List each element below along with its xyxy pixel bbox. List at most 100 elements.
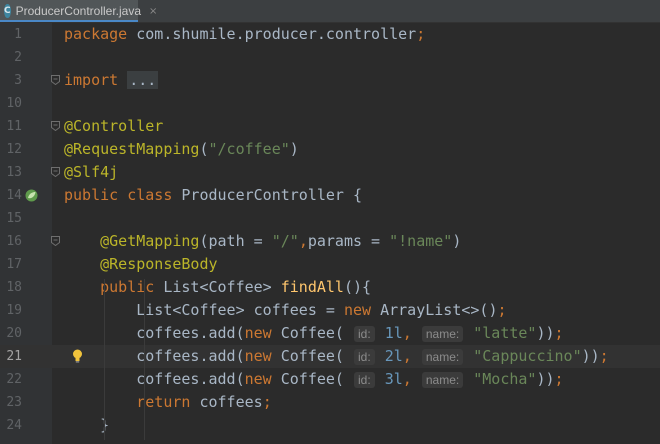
line-number: 18 bbox=[6, 280, 22, 295]
code-token: , bbox=[298, 232, 308, 250]
code-token: 1l bbox=[375, 324, 403, 342]
tab-producer-controller[interactable]: C ProducerController.java × bbox=[0, 0, 157, 22]
code-token: @GetMapping bbox=[100, 232, 200, 250]
code-token: coffees bbox=[199, 393, 263, 411]
code-token: package bbox=[64, 25, 128, 43]
code-token: ( bbox=[199, 140, 209, 158]
code-token: @ResponseBody bbox=[100, 255, 218, 273]
line-number: 14 bbox=[6, 188, 22, 203]
code-token: , bbox=[402, 324, 421, 342]
parameter-hint: name: bbox=[421, 349, 464, 365]
code-line[interactable]: 22 coffees.add(new Coffee( id: 3l, name:… bbox=[0, 368, 660, 391]
code-token: ArrayList<>() bbox=[380, 301, 498, 319]
code-token: )) bbox=[581, 347, 600, 365]
code-token: (path = bbox=[199, 232, 272, 250]
code-text: return coffees; bbox=[64, 391, 272, 414]
code-token: ; bbox=[554, 324, 564, 342]
code-token: @RequestMapping bbox=[64, 140, 200, 158]
code-line[interactable]: 20 coffees.add(new Coffee( id: 1l, name:… bbox=[0, 322, 660, 345]
code-text: List<Coffee> coffees = new ArrayList<>()… bbox=[64, 299, 507, 322]
code-token: "/" bbox=[271, 232, 299, 250]
line-number: 20 bbox=[6, 326, 22, 341]
code-token: ; bbox=[599, 347, 609, 365]
code-line[interactable]: 15 bbox=[0, 207, 660, 230]
code-line[interactable]: 23 return coffees; bbox=[0, 391, 660, 414]
code-token: ProducerController { bbox=[181, 186, 363, 204]
code-token: )) bbox=[536, 324, 555, 342]
line-number: 15 bbox=[6, 211, 22, 226]
code-line[interactable]: 16 @GetMapping(path = "/",params = "!nam… bbox=[0, 230, 660, 253]
code-text: import ... bbox=[64, 69, 159, 92]
line-number: 22 bbox=[6, 372, 22, 387]
tab-title: ProducerController.java bbox=[15, 4, 142, 18]
code-token: ; bbox=[262, 393, 272, 411]
code-text: coffees.add(new Coffee( id: 2l, name: "C… bbox=[64, 345, 609, 369]
code-line[interactable]: 11 @Controller bbox=[0, 115, 660, 138]
code-text: @ResponseBody bbox=[64, 253, 218, 276]
line-number: 24 bbox=[6, 418, 22, 433]
code-token: @Slf4j bbox=[64, 163, 119, 181]
code-token: , bbox=[402, 347, 421, 365]
code-token: ; bbox=[554, 370, 564, 388]
code-token: (){ bbox=[343, 278, 372, 296]
code-token: "Mocha" bbox=[464, 370, 537, 388]
code-token: List<Coffee> bbox=[163, 278, 281, 296]
close-icon[interactable]: × bbox=[149, 6, 157, 17]
fold-marker-icon[interactable] bbox=[51, 236, 60, 246]
code-token: "Cappuccino" bbox=[464, 347, 582, 365]
code-token: Coffee( bbox=[280, 324, 353, 342]
code-token: com.shumile.producer.controller bbox=[127, 25, 417, 43]
code-token: 3l bbox=[375, 370, 403, 388]
line-number: 11 bbox=[6, 119, 22, 134]
code-token: return bbox=[136, 393, 200, 411]
parameter-hint: id: bbox=[354, 372, 375, 388]
indent-guide bbox=[144, 279, 145, 440]
code-token: public class bbox=[64, 186, 182, 204]
code-text: @RequestMapping("/coffee") bbox=[64, 138, 299, 161]
active-tab-indicator bbox=[0, 20, 138, 22]
code-line[interactable]: 1 package com.shumile.producer.controller… bbox=[0, 23, 660, 46]
code-line[interactable]: 21 coffees.add(new Coffee( id: 2l, name:… bbox=[0, 345, 660, 368]
code-text: coffees.add(new Coffee( id: 3l, name: "M… bbox=[64, 368, 564, 392]
spring-bean-icon[interactable] bbox=[25, 189, 38, 202]
code-token: new bbox=[244, 324, 281, 342]
code-text: coffees.add(new Coffee( id: 1l, name: "l… bbox=[64, 322, 564, 346]
code-token: List<Coffee> coffees = bbox=[64, 301, 344, 319]
code-line[interactable]: 13 @Slf4j bbox=[0, 161, 660, 184]
line-number: 3 bbox=[14, 73, 22, 88]
code-line[interactable]: 12 @RequestMapping("/coffee") bbox=[0, 138, 660, 161]
code-line[interactable]: 14 public class ProducerController { bbox=[0, 184, 660, 207]
indent-guide bbox=[104, 279, 105, 440]
fold-marker-icon[interactable] bbox=[51, 121, 60, 131]
code-token: ; bbox=[497, 301, 507, 319]
code-line[interactable]: 17 @ResponseBody bbox=[0, 253, 660, 276]
fold-marker-icon[interactable] bbox=[51, 75, 60, 85]
code-token: Coffee( bbox=[280, 370, 353, 388]
fold-marker-icon[interactable] bbox=[51, 167, 60, 177]
code-line[interactable]: 10 bbox=[0, 92, 660, 115]
code-token: coffees.add( bbox=[64, 370, 245, 388]
code-token: "/coffee" bbox=[208, 140, 290, 158]
parameter-hint: name: bbox=[421, 372, 464, 388]
line-number: 17 bbox=[6, 257, 22, 272]
code-text: @Controller bbox=[64, 115, 163, 138]
code-line[interactable]: 3 import ... bbox=[0, 69, 660, 92]
code-token: params = bbox=[307, 232, 390, 250]
code-token: Coffee( bbox=[280, 347, 353, 365]
line-number: 23 bbox=[6, 395, 22, 410]
code-token: import bbox=[64, 71, 119, 89]
code-token: findAll bbox=[280, 278, 344, 296]
code-token: coffees.add( bbox=[64, 347, 245, 365]
code-token: new bbox=[343, 301, 381, 319]
code-line[interactable]: 19 List<Coffee> coffees = new ArrayList<… bbox=[0, 299, 660, 322]
code-text: } bbox=[64, 414, 109, 437]
code-editor[interactable]: 1 package com.shumile.producer.controller… bbox=[0, 23, 660, 444]
code-token: ... bbox=[127, 71, 159, 89]
code-line[interactable]: 2 bbox=[0, 46, 660, 69]
code-line[interactable]: 24 } bbox=[0, 414, 660, 437]
parameter-hint: name: bbox=[421, 326, 464, 342]
code-line[interactable]: 18 public List<Coffee> findAll(){ bbox=[0, 276, 660, 299]
